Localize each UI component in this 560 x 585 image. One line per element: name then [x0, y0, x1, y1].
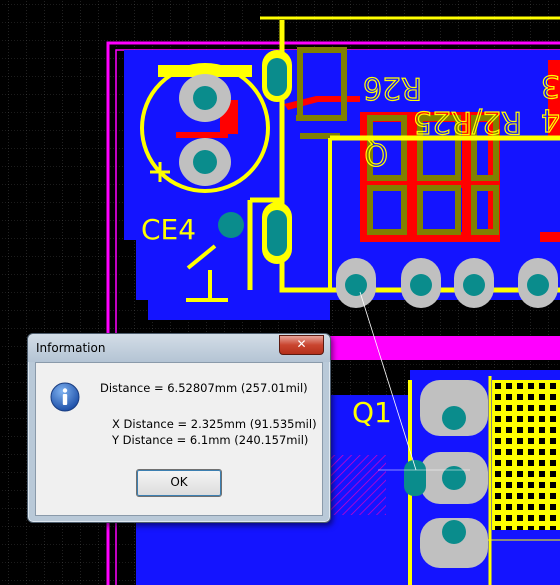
- y-distance-text: Y Distance = 6.1mm (240.157mil): [112, 433, 309, 447]
- distance-text: Distance = 6.52807mm (257.01mil): [100, 381, 308, 395]
- dialog-body: Distance = 6.52807mm (257.01mil) X Dista…: [35, 362, 323, 516]
- keepout-hatch: [330, 455, 386, 515]
- designator-4: 4: [541, 102, 560, 137]
- designator-3: 3: [541, 68, 560, 103]
- silk-hatch-block: [492, 380, 560, 530]
- designator-q: Q: [364, 136, 388, 171]
- designator-ce4: CE4: [141, 213, 196, 246]
- close-icon: ✕: [296, 337, 307, 351]
- designator-q1: Q1: [352, 396, 392, 429]
- dialog-titlebar[interactable]: Information ✕: [28, 334, 330, 362]
- designator-r26: R26: [363, 70, 422, 105]
- close-button[interactable]: ✕: [279, 335, 324, 355]
- ok-button[interactable]: OK: [136, 469, 222, 497]
- dialog-title: Information: [36, 341, 106, 355]
- information-dialog[interactable]: Information ✕ Distance = 6.52807mm (257.…: [27, 333, 331, 523]
- x-distance-text: X Distance = 2.325mm (91.535mil): [112, 417, 317, 431]
- info-icon: [50, 382, 80, 412]
- designator-r2-r25: R2/R25: [413, 104, 522, 139]
